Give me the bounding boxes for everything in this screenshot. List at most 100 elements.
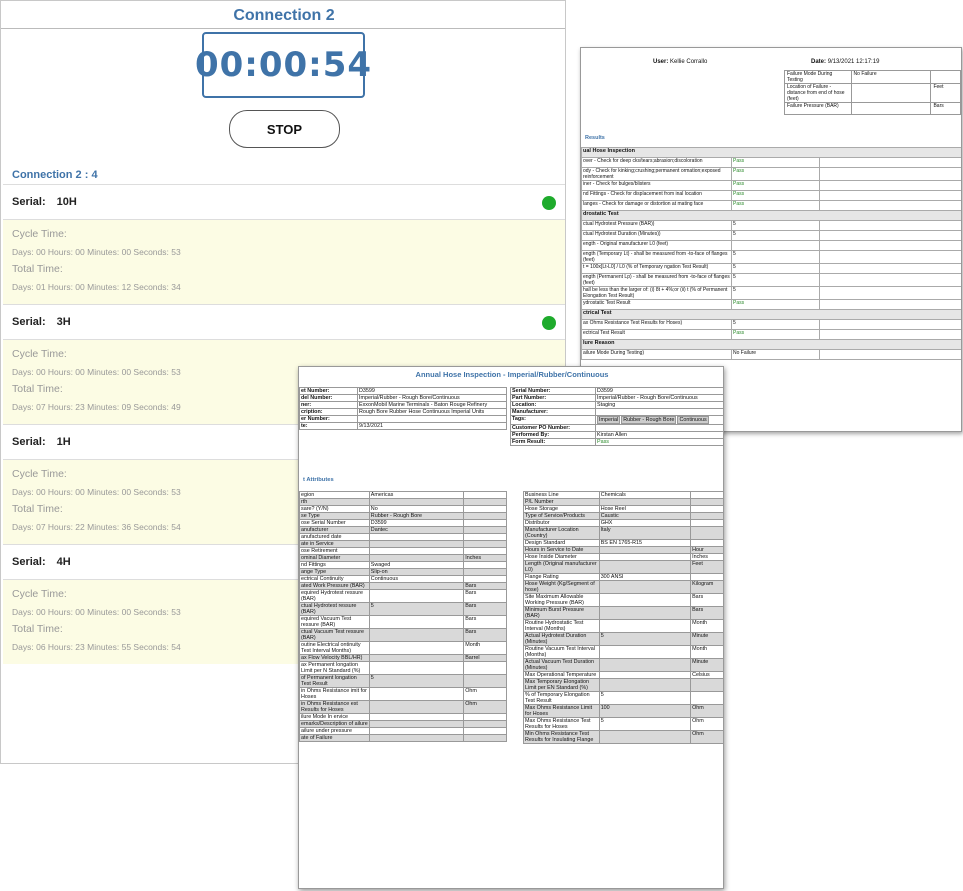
attribute-cell (690, 498, 723, 506)
result-label: ual Hose Inspection (581, 147, 961, 158)
attribute-row: Manufacturer Location (Country) Italy (523, 526, 723, 540)
failure-cell (850, 102, 932, 115)
result-extra (819, 157, 961, 168)
attribute-cell (598, 553, 692, 561)
attribute-row: Routine Vacuum Test Interval (Months) Mon… (523, 645, 723, 659)
attribute-cell: Minute (690, 658, 723, 672)
header-label: et Number: (299, 387, 358, 395)
result-extra (819, 190, 961, 201)
attribute-cell (598, 730, 692, 744)
result-label: ength - Original manufacturer L0 (feet) (581, 240, 732, 251)
serial-value: 4H (56, 556, 71, 568)
serial-row[interactable]: Serial: 3H (3, 304, 565, 340)
result-value: 5 (731, 250, 820, 264)
attribute-cell (368, 498, 465, 506)
results-row: over - Check for deep cks/tears;abrasion… (581, 157, 961, 168)
attribute-cell: of Permanent longation Test Result (299, 674, 370, 688)
header-row: Performed By: Kirstan Allen (510, 431, 723, 439)
results-row: iner - Check for bulges/blisters Pass (581, 180, 961, 191)
header-label: cription: (299, 408, 358, 416)
result-value: Pass (731, 180, 820, 191)
attribute-cell: 5 (368, 674, 465, 688)
attribute-row: Actual Vacuum Test Duration (Minutes) Min… (523, 658, 723, 672)
header-label: Part Number: (510, 394, 596, 402)
result-label: ctrical Test (581, 309, 961, 320)
attribute-cell: Routine Vacuum Test Interval (Months) (523, 645, 600, 659)
attribute-cell: outine Electrical ontinuity Test Interva… (299, 641, 370, 655)
attribute-row: Routine Hydrostatic Test Interval (Month… (523, 619, 723, 633)
serial-row[interactable]: Serial: 10H (3, 184, 565, 220)
attribute-row: emarks/Description of ailure (299, 720, 507, 728)
header-label: Customer PO Number: (510, 424, 596, 432)
attribute-cell: Chemicals (598, 491, 692, 499)
results-row: ax Ohms Resistance Test Results for Hose… (581, 319, 961, 330)
header-row: Part Number: Imperial/Rubber - Rough Bore… (510, 394, 723, 402)
result-value: Pass (731, 157, 820, 168)
attribute-row: of Permanent longation Test Result 5 (299, 674, 507, 688)
attribute-row: Max Operational Temperature Celsius (523, 671, 723, 679)
attribute-cell (368, 734, 465, 742)
result-value: 5 (731, 263, 820, 274)
result-extra (819, 220, 961, 231)
attribute-cell: Manufacturer Location (Country) (523, 526, 600, 540)
results-row: ength (Permanent Lp) - shall be measured… (581, 273, 961, 287)
attribute-cell (598, 671, 692, 679)
results-row: hall be less than the larger of: (i) 8t … (581, 286, 961, 300)
attribute-cell (368, 589, 465, 603)
attribute-cell (463, 674, 507, 688)
result-value: 5 (731, 220, 820, 231)
attribute-cell: anufactured date (299, 533, 370, 541)
attribute-row: Minimum Burst Pressure (BAR) Bars (523, 606, 723, 620)
failure-cell: Feet (930, 83, 961, 103)
attribute-row: ate in Service (299, 540, 507, 548)
attribute-cell: Bars (463, 589, 507, 603)
attribute-row: ated Work Pressure (BAR) Bars (299, 582, 507, 590)
header-value: Kirstan Allen (595, 431, 723, 439)
attribute-cell: Flange Rating (523, 573, 600, 581)
header-row: Tags: Imperial Rubber - Rough Bore Continuo… (510, 415, 723, 425)
result-value: Pass (731, 190, 820, 201)
header-row: Form Result: Pass (510, 438, 723, 446)
attribute-cell (463, 491, 507, 499)
result-extra (819, 250, 961, 264)
results-row: ody - Check for kinking;crushing;permane… (581, 167, 961, 181)
attribute-row: ose Serial Number D3599 (299, 519, 507, 527)
failure-table: Failure Mode During Testing No Failure Loc… (784, 70, 961, 115)
attribute-cell: ose Retirement (299, 547, 370, 555)
attribute-cell: emarks/Description of ailure (299, 720, 370, 728)
attribute-cell: P/L Number (523, 498, 600, 506)
attribute-cell: Hose Reel (598, 505, 692, 513)
attribute-cell: Distributor (523, 519, 600, 527)
attribute-cell: Bars (463, 582, 507, 590)
results-row: ctual Hydrotest Pressure (BAR)) 5 (581, 220, 961, 231)
result-value: Pass (731, 167, 820, 181)
header-value (595, 424, 723, 432)
attribute-cell: anufacturer (299, 526, 370, 534)
attribute-cell: ange Type (299, 568, 370, 576)
attribute-cell: Ohm (463, 687, 507, 701)
title-divider (1, 28, 565, 29)
attribute-cell: Italy (598, 526, 692, 540)
result-label: ctual Hydrotest Duration (Minutes)) (581, 230, 732, 241)
attribute-cell: Kilogram (690, 580, 723, 594)
header-row: Manufacturer: (510, 408, 723, 416)
attribute-cell (368, 661, 465, 675)
attribute-cell: Hours in Service to Date (523, 546, 600, 554)
status-dot-icon (542, 196, 556, 210)
attribute-row: outine Electrical ontinuity Test Interva… (299, 641, 507, 655)
result-extra (819, 167, 961, 181)
attribute-row: Type of Service/Products Caustic (523, 512, 723, 520)
attribute-row: Site Maximum Allowable Working Pressure … (523, 593, 723, 607)
stop-button[interactable]: STOP (229, 110, 340, 148)
attribute-cell (463, 727, 507, 735)
attribute-row: ailure under pressure (299, 727, 507, 735)
results-row: ydrostatic Test Result Pass (581, 299, 961, 310)
attribute-cell: Bars (690, 606, 723, 620)
attribute-cell (368, 547, 465, 555)
attribute-cell (368, 582, 465, 590)
attributes-heading: t Attributes (303, 477, 334, 483)
attribute-cell: Caustic (598, 512, 692, 520)
result-extra (819, 299, 961, 310)
attribute-cell (463, 533, 507, 541)
attribute-cell: ose Serial Number (299, 519, 370, 527)
